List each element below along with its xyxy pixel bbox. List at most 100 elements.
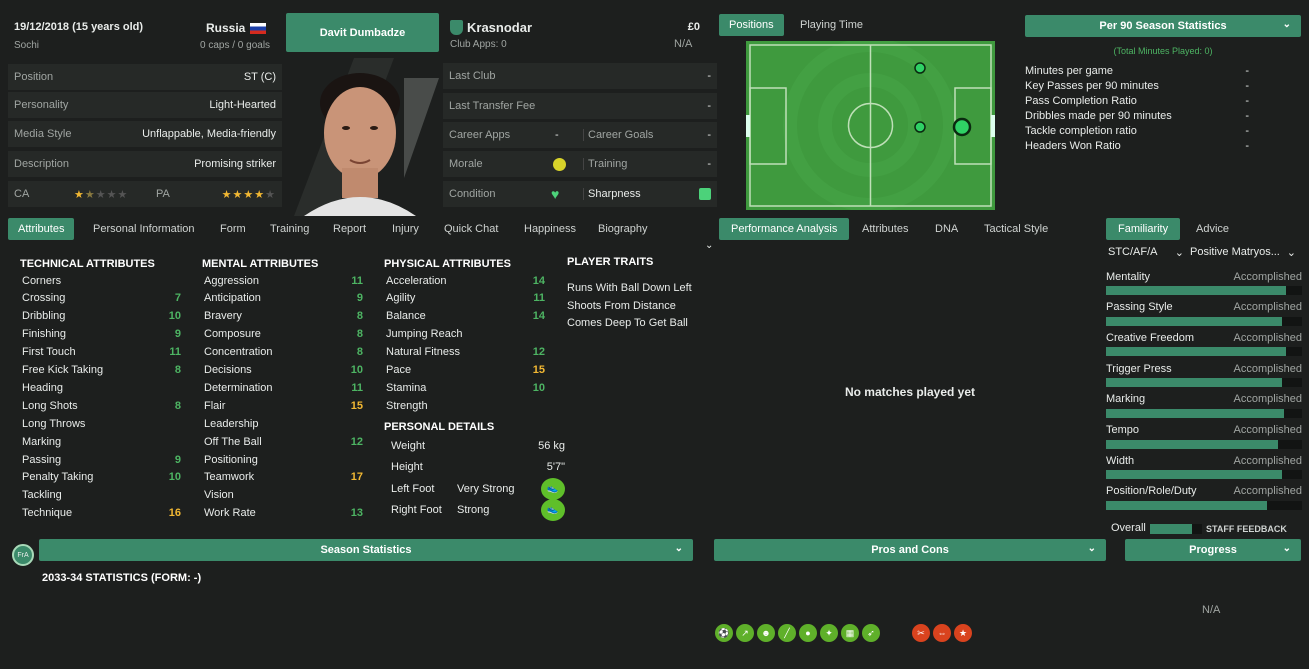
attribute-row[interactable]: Concentration 8 xyxy=(204,344,363,361)
tab-biography[interactable]: Biography xyxy=(588,218,658,240)
attribute-row[interactable]: Pace 15 xyxy=(386,362,545,379)
pros-cons-dropdown[interactable]: Pros and Cons ⌄ xyxy=(714,539,1106,561)
position-pitch xyxy=(746,38,995,212)
player-name-button[interactable]: Davit Dumbadze xyxy=(286,13,439,52)
tab-dna[interactable]: DNA xyxy=(925,218,968,240)
con-tackle-icon[interactable]: ✂ xyxy=(912,624,930,642)
tab-advice[interactable]: Advice xyxy=(1186,218,1239,240)
club-crest-icon xyxy=(450,20,463,35)
attribute-row[interactable]: Work Rate 13 xyxy=(204,505,363,522)
pro-ball-icon[interactable]: ⚽ xyxy=(715,624,733,642)
con-strength-icon[interactable]: ⇔ xyxy=(933,624,951,642)
pro-run-icon[interactable]: ➶ xyxy=(862,624,880,642)
pro-feet-icon[interactable]: ✦ xyxy=(820,624,838,642)
chevron-down-icon[interactable]: ⌄ xyxy=(705,240,713,251)
attribute-row[interactable]: Natural Fitness 12 xyxy=(386,344,545,361)
height-row: Height 5'7" xyxy=(391,458,565,475)
attribute-value: 8 xyxy=(174,364,181,376)
tab-tactical-style[interactable]: Tactical Style xyxy=(974,218,1058,240)
attribute-row[interactable]: First Touch 11 xyxy=(22,344,181,361)
tab-training[interactable]: Training xyxy=(260,218,319,240)
tab-form[interactable]: Form xyxy=(210,218,256,240)
morale-icon[interactable] xyxy=(553,157,566,171)
career-goals-value: - xyxy=(707,129,711,141)
tab-attributes[interactable]: Attributes xyxy=(8,218,75,240)
attribute-row[interactable]: Long Throws xyxy=(22,415,181,432)
tab-personal-information[interactable]: Personal Information xyxy=(83,218,205,240)
tab-positions[interactable]: Positions xyxy=(719,14,784,36)
trait-item: Runs With Ball Down Left xyxy=(567,282,692,294)
attribute-value: 9 xyxy=(174,453,181,466)
attribute-row[interactable]: Off The Ball 12 xyxy=(204,433,363,450)
tab-happiness[interactable]: Happiness xyxy=(514,218,586,240)
heart-icon: ♥ xyxy=(551,186,560,202)
attribute-row[interactable]: Vision xyxy=(204,487,363,504)
attribute-row[interactable]: Stamina 10 xyxy=(386,379,545,396)
attribute-row[interactable]: Positioning xyxy=(204,451,363,468)
attribute-row[interactable]: Anticipation 9 xyxy=(204,290,363,307)
overall-label: Overall xyxy=(1111,522,1146,534)
tab-report[interactable]: Report xyxy=(323,218,376,240)
attribute-row[interactable]: Marking xyxy=(22,433,181,450)
tab-playing-time[interactable]: Playing Time xyxy=(790,14,873,36)
info-value: ST (C) xyxy=(243,71,276,83)
sharpness-label: Sharpness xyxy=(583,188,641,200)
tactic-select[interactable]: Positive Matryos... ⌄ xyxy=(1190,246,1296,259)
attribute-row[interactable]: Balance 14 xyxy=(386,308,545,325)
tab-injury[interactable]: Injury xyxy=(382,218,429,240)
tab-performance-analysis[interactable]: Performance Analysis xyxy=(719,218,850,240)
attribute-value: 14 xyxy=(532,310,545,323)
pro-boot-icon[interactable]: ╱ xyxy=(778,624,796,642)
attribute-row[interactable]: Strength xyxy=(386,397,545,414)
mental-header: MENTAL ATTRIBUTES xyxy=(202,258,319,270)
pros-cons-title: Pros and Cons xyxy=(871,544,949,556)
attribute-row[interactable]: Penalty Taking 10 xyxy=(22,469,181,486)
pro-head-icon[interactable]: ☻ xyxy=(757,624,775,642)
attribute-row[interactable]: Agility 11 xyxy=(386,290,545,307)
per90-dropdown[interactable]: Per 90 Season Statistics ⌄ xyxy=(1025,15,1301,37)
attribute-row[interactable]: Determination 11 xyxy=(204,379,363,396)
last-fee-label: Last Transfer Fee xyxy=(449,100,536,112)
pro-goal-icon[interactable]: ▦ xyxy=(841,624,859,642)
attribute-row[interactable]: Technique 16 xyxy=(22,505,181,522)
attribute-row[interactable]: Bravery 8 xyxy=(204,308,363,325)
pro-foot-icon[interactable]: ● xyxy=(799,624,817,642)
tab-familiarity[interactable]: Familiarity xyxy=(1106,218,1181,240)
info-row: Position ST (C) xyxy=(8,64,282,90)
tab-attributes[interactable]: Attributes xyxy=(852,218,918,240)
attribute-name: Natural Fitness xyxy=(386,346,460,359)
attribute-row[interactable]: Crossing 7 xyxy=(22,290,181,307)
attribute-row[interactable]: Finishing 9 xyxy=(22,326,181,343)
attribute-value: 17 xyxy=(350,471,363,484)
formation-select[interactable]: STC/AF/A ⌄ xyxy=(1108,246,1184,259)
attribute-row[interactable]: Flair 15 xyxy=(204,397,363,414)
attribute-row[interactable]: Long Shots 8 xyxy=(22,397,181,414)
nation[interactable]: Russia xyxy=(206,21,267,35)
attribute-row[interactable]: Free Kick Taking 8 xyxy=(22,362,181,379)
familiarity-bar xyxy=(1106,408,1302,418)
attribute-name: Flair xyxy=(204,399,226,412)
per90-label: Tackle completion ratio xyxy=(1025,124,1137,137)
attribute-value: 13 xyxy=(350,507,363,520)
progress-na: N/A xyxy=(1202,604,1221,616)
attribute-row[interactable]: Teamwork 17 xyxy=(204,469,363,486)
attribute-row[interactable]: Decisions 10 xyxy=(204,362,363,379)
tab-quick-chat[interactable]: Quick Chat xyxy=(434,218,508,240)
attribute-row[interactable]: Aggression 11 xyxy=(204,272,363,289)
attribute-row[interactable]: Leadership xyxy=(204,415,363,432)
attribute-row[interactable]: Acceleration 14 xyxy=(386,272,545,289)
attribute-row[interactable]: Heading xyxy=(22,379,181,396)
attribute-row[interactable]: Corners xyxy=(22,272,181,289)
club[interactable]: Krasnodar xyxy=(450,20,532,35)
con-star-icon[interactable]: ★ xyxy=(954,624,972,642)
season-statistics-dropdown[interactable]: Season Statistics ⌄ xyxy=(39,539,693,561)
attribute-row[interactable]: Dribbling 10 xyxy=(22,308,181,325)
attribute-row[interactable]: Composure 8 xyxy=(204,326,363,343)
attribute-row[interactable]: Jumping Reach xyxy=(386,326,545,343)
familiarity-label: Mentality xyxy=(1106,270,1151,283)
progress-dropdown[interactable]: Progress ⌄ xyxy=(1125,539,1301,561)
attribute-row[interactable]: Tackling xyxy=(22,487,181,504)
pro-trend-icon[interactable]: ↗ xyxy=(736,624,754,642)
chevron-down-icon: ⌄ xyxy=(1282,19,1291,30)
attribute-row[interactable]: Passing 9 xyxy=(22,451,181,468)
